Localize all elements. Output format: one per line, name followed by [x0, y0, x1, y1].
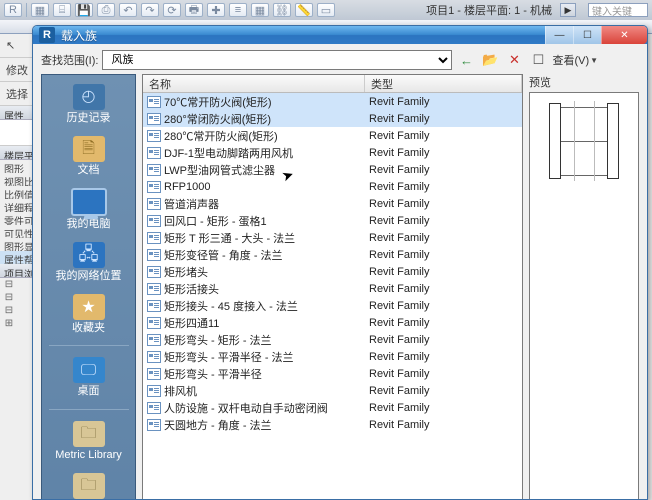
preview-label: 预览	[529, 74, 639, 90]
app-search-input[interactable]: 键入关键	[588, 3, 648, 17]
place-metric-detail[interactable]: 🗀Metric Deta...	[49, 470, 129, 500]
place-computer[interactable]: 我的电脑	[49, 185, 129, 233]
app-logo[interactable]: R	[4, 3, 22, 17]
list-header: 名称 类型	[143, 75, 522, 93]
file-list: 名称 类型 70℃常开防火阀(矩形)Revit Family280°常闭防火阀(…	[142, 74, 523, 500]
place-documents[interactable]: 🗎文档	[49, 133, 129, 179]
family-file-icon	[147, 130, 161, 142]
dialog-titlebar: R 载入族 — ☐ ✕	[33, 26, 647, 44]
family-file-icon	[147, 402, 161, 414]
family-file-icon	[147, 334, 161, 346]
col-type[interactable]: 类型	[365, 75, 522, 92]
family-file-icon	[147, 181, 161, 193]
table-row[interactable]: 矩形接头 - 45 度接入 - 法兰Revit Family	[143, 297, 522, 314]
look-in-row: 查找范围(I): 风族 ← 📂 ✕ ☐ 查看(V) ▼	[41, 50, 639, 70]
family-file-icon	[147, 215, 161, 227]
family-file-icon	[147, 283, 161, 295]
table-row[interactable]: RFP1000Revit Family	[143, 178, 522, 195]
family-file-icon	[147, 113, 161, 125]
family-file-icon	[147, 147, 161, 159]
table-row[interactable]: 矩形 T 形三通 - 大头 - 法兰Revit Family	[143, 229, 522, 246]
qat-undo-icon[interactable]: ↶	[119, 3, 137, 17]
qat-add-icon[interactable]: ✚	[207, 3, 225, 17]
place-history[interactable]: ◴历史记录	[49, 81, 129, 127]
maximize-button[interactable]: ☐	[573, 26, 601, 44]
table-row[interactable]: 天圆地方 - 角度 - 法兰Revit Family	[143, 416, 522, 433]
table-row[interactable]: DJF-1型电动脚踏两用风机Revit Family	[143, 144, 522, 161]
family-file-icon	[147, 368, 161, 380]
table-row[interactable]: 280℃常开防火阀(矩形)Revit Family	[143, 127, 522, 144]
quick-access-toolbar: R ▦ ⌸ 💾 ⎙ ↶ ↷ ⟳ 🖶 ✚ ≡ ▦ ⛓ 📏 ▭ 项目1 - 楼层平面…	[0, 0, 652, 20]
qat-link-icon[interactable]: ⛓	[273, 3, 291, 17]
table-row[interactable]: 矩形弯头 - 矩形 - 法兰Revit Family	[143, 331, 522, 348]
family-file-icon	[147, 266, 161, 278]
places-bar: ◴历史记录 🗎文档 我的电脑 🖧我的网络位置 ★收藏夹 🖵桌面 🗀Metric …	[41, 74, 136, 500]
view-menu[interactable]: 查看(V)	[552, 52, 589, 68]
list-body[interactable]: 70℃常开防火阀(矩形)Revit Family280°常闭防火阀(矩形)Rev…	[143, 93, 522, 500]
qat-open-icon[interactable]: ▦	[31, 3, 49, 17]
family-file-icon	[147, 164, 161, 176]
dialog-title: 载入族	[61, 27, 97, 44]
place-metric-library[interactable]: 🗀Metric Library	[49, 418, 129, 464]
place-favorites[interactable]: ★收藏夹	[49, 291, 129, 337]
table-row[interactable]: 管道消声器Revit Family	[143, 195, 522, 212]
load-family-dialog: R 载入族 — ☐ ✕ 查找范围(I): 风族 ← 📂 ✕ ☐ 查看(V) ▼ …	[32, 25, 648, 500]
qat-sync-icon[interactable]: ⟳	[163, 3, 181, 17]
family-file-icon	[147, 351, 161, 363]
preview-graphic	[544, 101, 624, 181]
qat-ruler-icon[interactable]: 📏	[295, 3, 313, 17]
qat-save-icon[interactable]: 💾	[75, 3, 93, 17]
back-icon[interactable]: ←	[456, 50, 476, 70]
up-folder-icon[interactable]: 📂	[480, 50, 500, 70]
look-in-label: 查找范围(I):	[41, 52, 98, 68]
app-title: 项目1 - 楼层平面: 1 - 机械	[426, 2, 552, 18]
table-row[interactable]: 矩形四通11Revit Family	[143, 314, 522, 331]
family-file-icon	[147, 96, 161, 108]
qat-open2-icon[interactable]: ⌸	[53, 3, 71, 17]
table-row[interactable]: 矩形堵头Revit Family	[143, 263, 522, 280]
dialog-icon: R	[39, 27, 55, 43]
family-file-icon	[147, 317, 161, 329]
table-row[interactable]: 矩形弯头 - 平滑半径Revit Family	[143, 365, 522, 382]
family-file-icon	[147, 198, 161, 210]
qat-grid-icon[interactable]: ▦	[251, 3, 269, 17]
close-button[interactable]: ✕	[601, 26, 647, 44]
col-name[interactable]: 名称	[143, 75, 365, 92]
table-row[interactable]: 矩形活接头Revit Family	[143, 280, 522, 297]
family-file-icon	[147, 419, 161, 431]
look-in-select[interactable]: 风族	[102, 50, 452, 70]
table-row[interactable]: 矩形弯头 - 平滑半径 - 法兰Revit Family	[143, 348, 522, 365]
table-row[interactable]: 280°常闭防火阀(矩形)Revit Family	[143, 110, 522, 127]
help-play-icon[interactable]: ▶	[560, 3, 576, 17]
preview-panel: 预览	[529, 74, 639, 500]
table-row[interactable]: 回风口 - 矩形 - 蛋格1Revit Family	[143, 212, 522, 229]
table-row[interactable]: LWP型油网管式滤尘器Revit Family	[143, 161, 522, 178]
table-row[interactable]: 排风机Revit Family	[143, 382, 522, 399]
qat-saveas-icon[interactable]: ⎙	[97, 3, 115, 17]
place-network[interactable]: 🖧我的网络位置	[49, 239, 129, 285]
family-file-icon	[147, 232, 161, 244]
new-folder-icon[interactable]: ☐	[528, 50, 548, 70]
family-file-icon	[147, 385, 161, 397]
place-desktop[interactable]: 🖵桌面	[49, 354, 129, 400]
qat-rect-icon[interactable]: ▭	[317, 3, 335, 17]
qat-del-icon[interactable]: ≡	[229, 3, 247, 17]
family-file-icon	[147, 300, 161, 312]
table-row[interactable]: 矩形变径管 - 角度 - 法兰Revit Family	[143, 246, 522, 263]
view-dropdown-icon[interactable]: ▼	[590, 56, 598, 65]
table-row[interactable]: 70℃常开防火阀(矩形)Revit Family	[143, 93, 522, 110]
delete-icon[interactable]: ✕	[504, 50, 524, 70]
family-file-icon	[147, 249, 161, 261]
table-row[interactable]: 人防设施 - 双杆电动自手动密闭阀Revit Family	[143, 399, 522, 416]
minimize-button[interactable]: —	[545, 26, 573, 44]
qat-redo-icon[interactable]: ↷	[141, 3, 159, 17]
qat-print-icon[interactable]: 🖶	[185, 3, 203, 17]
preview-box	[529, 92, 639, 500]
